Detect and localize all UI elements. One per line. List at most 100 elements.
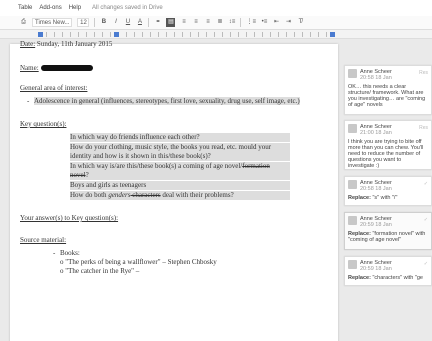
resolve-button[interactable]: Res [419,70,428,76]
toolbar-divider [240,18,242,27]
name-label: Name: [20,64,39,72]
resolve-button[interactable]: Res [419,125,428,131]
answers-label: Your answer(s) to Key question(s): [20,214,119,222]
comment-header: Anne Scheer 20:58 18 Jan [348,69,428,81]
toolbar-divider [148,18,150,27]
avatar [348,180,357,189]
interest-item: Adolescence in general (influences, ster… [24,97,320,106]
toolbar: ⎙ Times New... 12 B I U A ⚭ ▤ ≡ ≡ ≡ ≣ ↕≡… [0,16,432,30]
question-text: In which way do friends influence each o… [70,133,200,141]
right-indent-marker[interactable] [330,32,335,37]
increase-indent-icon[interactable]: ⇥ [285,18,292,27]
comment-meta: Anne Scheer 20:59 18 Jan [360,260,392,272]
redaction-bar [40,65,93,71]
question-item: In which way do friends influence each o… [70,133,290,142]
comment-time: 20:59 18 Jan [360,266,392,272]
ruler [0,30,432,39]
suggestion-card[interactable]: Anne Scheer 20:59 18 Jan ✓ Replace: "for… [344,212,432,250]
suggested-deletion[interactable]: characters [130,191,160,199]
date-value: Sunday, 11th January 2015 [36,40,113,48]
align-right-icon[interactable]: ≡ [204,18,211,27]
comment-meta: Anne Scheer 20:59 18 Jan [360,216,392,228]
accept-suggestion-icon[interactable]: ✓ [424,181,428,187]
comment-time: 20:58 18 Jan [360,75,392,81]
font-size-select[interactable]: 12 [77,18,90,27]
text-color-button[interactable]: A [136,18,143,27]
question-text: How do your clothing, music style, the b… [70,143,272,160]
suggestion-text: Replace: "formation novel" with "coming … [348,231,428,243]
menu-table[interactable]: Table [18,5,32,11]
books-label: Books: [50,249,320,258]
comment-meta: Anne Scheer 21:00 18 Jan [360,124,392,136]
question-text: deal with their problems? [160,191,234,199]
document-body[interactable]: Date: Sunday, 11th January 2015 Name: Ge… [20,40,320,290]
align-left-icon[interactable]: ≡ [180,18,187,27]
docs-window: Table Add-ons Help All changes saved in … [0,0,432,341]
numbered-list-icon[interactable]: ⋮≡ [246,18,256,27]
comment-header: Anne Scheer 20:59 18 Jan [348,216,428,228]
date-line: Date: Sunday, 11th January 2015 [20,40,320,48]
accept-suggestion-icon[interactable]: ✓ [424,261,428,267]
questions-label: Key question(s): [20,120,67,128]
print-icon[interactable]: ⎙ [20,18,27,27]
date-label: Date: [20,40,36,48]
decrease-indent-icon[interactable]: ⇤ [273,18,280,27]
link-icon[interactable]: ⚭ [154,18,161,27]
comment-meta: Anne Scheer 20:58 18 Jan [360,180,392,192]
name-line: Name: [20,64,320,72]
left-indent-marker[interactable] [38,32,43,37]
replace-detail: "characters" with "ge [372,275,423,281]
bold-button[interactable]: B [100,18,107,27]
comment-time: 21:00 18 Jan [360,130,392,136]
comment-time: 20:58 18 Jan [360,186,392,192]
comment-card[interactable]: Anne Scheer 21:00 18 Jan Res I think you… [344,120,432,170]
question-text: Boys and girls as teenagers [70,181,147,189]
replace-label: Replace: [348,195,371,201]
source-section: Source material: Books: o "The perks of … [20,236,320,276]
avatar [348,124,357,133]
accept-suggestion-icon[interactable]: ✓ [424,217,428,223]
interest-section: General area of interest: Adolescence in… [20,84,320,106]
menu-help[interactable]: Help [69,5,81,11]
question-text: How do both [70,191,109,199]
avatar [348,216,357,225]
suggestion-text: Replace: "s" with "/" [348,195,428,201]
suggestion-card[interactable]: Anne Scheer 20:59 18 Jan ✓ Replace: "cha… [344,256,432,286]
suggested-insertion[interactable]: genders [108,191,130,199]
interest-label: General area of interest: [20,84,88,92]
font-select[interactable]: Times New... [32,18,73,27]
replace-label: Replace: [348,275,371,281]
clear-formatting-icon[interactable]: T̸ [297,18,304,27]
interest-text: Adolescence in general (influences, ster… [34,97,300,105]
italic-button[interactable]: I [112,18,119,27]
underline-button[interactable]: U [124,18,131,27]
first-line-indent-marker[interactable] [114,32,119,37]
question-text: In which way is/are this/these book(s) a… [70,162,243,170]
menu-addons[interactable]: Add-ons [39,5,61,11]
comment-meta: Anne Scheer 20:58 18 Jan [360,69,392,81]
save-status: All changes saved in Drive [92,5,163,11]
bulleted-list-icon[interactable]: •≡ [261,18,268,27]
replace-detail: "s" with "/" [372,195,398,201]
comment-icon[interactable]: ▤ [166,18,176,27]
menu-bar: Table Add-ons Help All changes saved in … [0,0,432,16]
comment-card[interactable]: Anne Scheer 20:58 18 Jan Res OK… this ne… [344,65,432,115]
comments-panel: Anne Scheer 20:58 18 Jan Res OK… this ne… [340,40,432,341]
question-item: How do your clothing, music style, the b… [70,143,290,161]
justify-icon[interactable]: ≣ [216,18,223,27]
suggestion-card[interactable]: Anne Scheer 20:58 18 Jan ✓ Replace: "s" … [344,176,432,206]
toolbar-divider [94,18,96,27]
answers-section: Your answer(s) to Key question(s): [20,214,320,222]
line-spacing-icon[interactable]: ↕≡ [228,18,236,27]
suggestion-text: Replace: "characters" with "ge [348,275,428,281]
avatar [348,260,357,269]
align-center-icon[interactable]: ≡ [192,18,199,27]
question-item: Boys and girls as teenagers [70,181,290,190]
book-item: o "The catcher in the Rye" – [60,267,140,275]
source-label: Source material: [20,236,67,244]
question-item: In which way is/are this/these book(s) a… [70,162,290,180]
comment-header: Anne Scheer 21:00 18 Jan [348,124,428,136]
comment-header: Anne Scheer 20:58 18 Jan [348,180,428,192]
comment-text: OK… this needs a clear structure/ framew… [348,84,426,108]
comment-header: Anne Scheer 20:59 18 Jan [348,260,428,272]
